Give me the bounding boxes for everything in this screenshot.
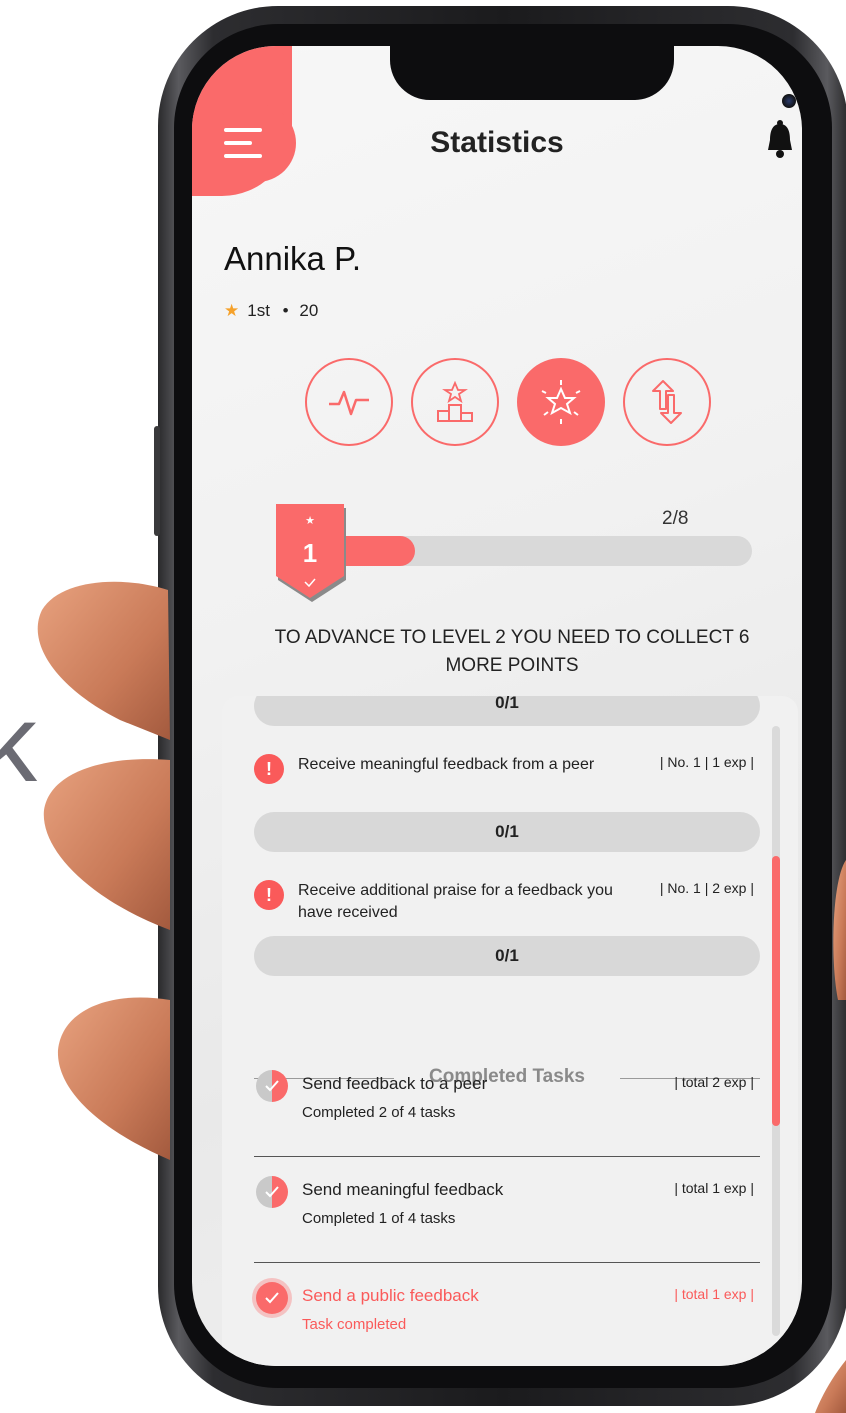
completed-task-title: Send feedback to a peer [302,1074,488,1093]
check-circle-icon [256,1282,288,1314]
tab-leaderboard[interactable] [411,358,499,446]
completed-task-title: Send meaningful feedback [302,1180,504,1199]
task-meta: | No. 1 | 2 exp | [659,880,754,896]
tab-transfers[interactable] [623,358,711,446]
completed-task-meta: | total 1 exp | [674,1286,754,1302]
level-progress-count: 2/8 [662,508,689,529]
completed-task-item[interactable]: Send feedback to a peer | total 2 exp | … [254,1060,760,1157]
user-rank-score: ★ 1st • 20 [224,301,318,321]
partial-check-icon [256,1176,288,1208]
user-name: Annika P. [224,240,361,277]
completed-task-subtitle: Task completed [302,1316,407,1333]
star-burst-icon [541,380,581,424]
svg-text:★: ★ [305,514,315,527]
task-title: Receive additional praise for a feedback… [298,882,613,921]
task-progress-bar: 0/1 [254,936,760,976]
user-rank: 1st [247,301,270,320]
task-title: Receive meaningful feedback from a peer [298,756,595,773]
completed-task-subtitle: Completed 2 of 4 tasks [302,1104,456,1121]
completed-task-meta: | total 2 exp | [674,1074,754,1090]
tab-activity[interactable] [305,358,393,446]
completed-task-meta: | total 1 exp | [674,1180,754,1196]
scrollbar-thumb[interactable] [772,856,780,1126]
user-score: 20 [299,301,319,320]
notification-bell-icon[interactable] [766,120,794,160]
activity-icon [329,390,369,416]
camera-dot [782,94,796,108]
app-screen: Statistics Annika P. ★ 1st • 20 2/8 ★ 1 … [192,46,802,1366]
alert-icon: ! [254,754,284,784]
level-number: 1 [303,538,317,568]
completed-task-subtitle: Completed 1 of 4 tasks [302,1210,456,1227]
stats-tab-icons [305,358,725,454]
completed-task-item[interactable]: Send meaningful feedback | total 1 exp |… [254,1166,760,1263]
alert-icon: ! [254,880,284,910]
rank-star-icon: ★ [224,301,240,320]
partial-check-icon [256,1070,288,1102]
task-progress-bar: 0/1 [254,812,760,852]
swap-arrows-icon [652,380,682,424]
meta-separator: • [282,301,289,320]
tab-achievements[interactable] [517,358,605,446]
completed-task-item[interactable]: Send a public feedback | total 1 exp | T… [254,1272,760,1366]
background-letter: k [0,682,37,805]
task-progress-bar: 0/1 [254,696,760,726]
task-meta: | No. 1 | 1 exp | [659,754,754,770]
podium-icon [437,381,473,422]
task-item[interactable]: ! Receive meaningful feedback from a pee… [254,754,760,814]
phone-notch [390,46,674,100]
completed-task-title: Send a public feedback [302,1286,479,1305]
page-title: Statistics [430,126,564,159]
advance-requirement-text: TO ADVANCE TO LEVEL 2 YOU NEED TO COLLEC… [274,627,750,676]
tasks-panel[interactable]: 0/1 ! Receive meaningful feedback from a… [222,696,798,1366]
task-item[interactable]: ! Receive additional praise for a feedba… [254,880,760,940]
scrollbar-track[interactable] [772,726,780,1336]
level-badge: ★ 1 [276,504,346,602]
level-progress-bar [302,536,752,566]
